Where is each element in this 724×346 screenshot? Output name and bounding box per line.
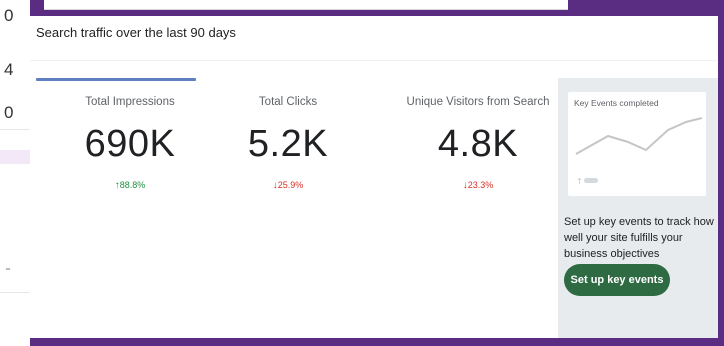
metric-total-impressions[interactable]: Total Impressions 690K ↑88.8% xyxy=(50,96,210,191)
background-number: 0 xyxy=(4,6,14,25)
metric-change-value: 23.3% xyxy=(467,180,494,190)
panel-title: Search traffic over the last 90 days xyxy=(36,25,236,40)
divider xyxy=(30,60,718,61)
metric-value: 690K xyxy=(84,123,176,165)
search-traffic-panel: Search traffic over the last 90 days Tot… xyxy=(30,16,718,338)
active-tab-indicator xyxy=(36,78,196,81)
metric-label: Unique Visitors from Search xyxy=(406,96,550,108)
metric-unique-visitors[interactable]: Unique Visitors from Search 4.8K ↓23.3% xyxy=(388,96,568,191)
set-up-key-events-button[interactable]: Set up key events xyxy=(564,264,670,296)
placeholder-bar xyxy=(584,178,598,183)
metric-change: ↓25.9% xyxy=(208,180,368,191)
metric-value: 5.2K xyxy=(247,123,329,165)
metric-change-value: 25.9% xyxy=(277,180,304,190)
metric-value: 4.8K xyxy=(437,123,519,165)
metric-total-clicks[interactable]: Total Clicks 5.2K ↓25.9% xyxy=(208,96,368,191)
metric-change: ↑88.8% xyxy=(50,180,210,191)
metric-change-value: 88.8% xyxy=(119,180,146,190)
background-number: 0 xyxy=(4,103,14,122)
divider xyxy=(0,292,30,293)
metric-label: Total Clicks xyxy=(258,96,318,108)
highlight-row xyxy=(0,150,30,164)
top-banner xyxy=(44,0,568,10)
background-app-strip: 0 4 0 xyxy=(0,0,30,346)
key-events-preview-card: Key Events completed ↑ xyxy=(568,92,706,196)
key-events-description: Set up key events to track how well your… xyxy=(564,216,714,260)
key-events-sidebar: Key Events completed ↑ Set up key events… xyxy=(558,78,718,338)
background-number: 4 xyxy=(4,60,14,79)
arrow-up-icon: ↑ xyxy=(576,177,583,186)
divider xyxy=(0,129,30,130)
metric-change: ↓23.3% xyxy=(388,180,568,191)
placeholder-line-chart: ↑ xyxy=(575,117,703,186)
metric-label: Total Impressions xyxy=(85,96,175,108)
dash-mark xyxy=(6,268,10,270)
placeholder-line xyxy=(575,117,703,155)
